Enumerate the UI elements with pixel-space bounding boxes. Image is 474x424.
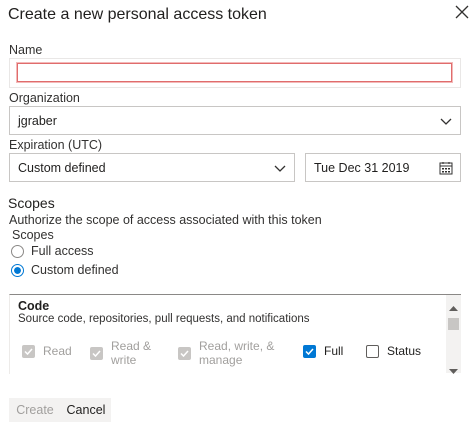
- name-label: Name: [9, 43, 43, 57]
- checkbox-status[interactable]: Status: [366, 344, 421, 358]
- checkbox-full-box[interactable]: [303, 344, 316, 358]
- chevron-down-icon: [440, 115, 452, 127]
- expiration-date-picker[interactable]: Tue Dec 31 2019: [305, 153, 461, 182]
- radio-custom-defined-circle[interactable]: [11, 263, 24, 277]
- name-input[interactable]: [17, 63, 452, 82]
- expiration-label: Expiration (UTC): [9, 138, 103, 152]
- checkbox-full-label: Full: [324, 344, 344, 358]
- radio-full-access-label: Full access: [31, 244, 94, 258]
- code-scope-title: Code: [18, 299, 50, 313]
- checkbox-status-box[interactable]: [366, 344, 379, 358]
- checkbox-read[interactable]: Read: [22, 344, 72, 358]
- checkbox-rwm-label-line2: manage: [199, 353, 243, 367]
- radio-custom-defined[interactable]: Custom defined: [11, 263, 119, 277]
- scopes-description: Authorize the scope of access associated…: [9, 213, 322, 227]
- code-scope-description: Source code, repositories, pull requests…: [18, 313, 310, 325]
- organization-select[interactable]: jgraber: [9, 106, 461, 135]
- radio-full-access-circle[interactable]: [11, 244, 24, 258]
- scopes-heading: Scopes: [8, 195, 55, 211]
- close-icon[interactable]: [454, 4, 470, 20]
- scopes-group-label: Scopes: [12, 228, 54, 242]
- scroll-down-icon[interactable]: [449, 362, 458, 380]
- scrollbar-thumb[interactable]: [448, 318, 459, 330]
- create-button[interactable]: Create: [9, 398, 61, 422]
- calendar-icon[interactable]: [439, 161, 453, 175]
- expiration-select[interactable]: Custom defined: [9, 153, 295, 182]
- checkbox-read-write-box[interactable]: [90, 346, 103, 360]
- scroll-up-icon[interactable]: [449, 298, 458, 316]
- checkbox-read-write-manage-box[interactable]: [178, 346, 191, 360]
- checkbox-read-write-label-line2: write: [111, 353, 137, 367]
- checkbox-read-box[interactable]: [22, 344, 35, 358]
- checkbox-read-write-manage[interactable]: Read, write, & manage: [178, 339, 274, 367]
- checkbox-read-write-label: Read & write: [111, 339, 151, 367]
- radio-full-access[interactable]: Full access: [11, 244, 94, 258]
- cancel-button[interactable]: Cancel: [61, 398, 111, 422]
- checkbox-rwm-label-line1: Read, write, &: [199, 339, 275, 353]
- checkbox-read-write[interactable]: Read & write: [90, 339, 151, 367]
- checkbox-full[interactable]: Full: [303, 344, 343, 358]
- organization-value: jgraber: [18, 113, 57, 128]
- checkbox-read-label: Read: [43, 344, 72, 358]
- chevron-down-icon: [274, 162, 286, 174]
- checkbox-read-write-label-line1: Read &: [111, 339, 152, 353]
- expiration-date-value: Tue Dec 31 2019: [314, 160, 410, 175]
- checkbox-read-write-manage-label: Read, write, & manage: [199, 339, 274, 367]
- dialog-title: Create a new personal access token: [8, 6, 267, 23]
- expiration-value: Custom defined: [18, 160, 106, 175]
- checkbox-status-label: Status: [387, 344, 422, 358]
- organization-label: Organization: [9, 91, 80, 105]
- radio-custom-defined-label: Custom defined: [31, 263, 119, 277]
